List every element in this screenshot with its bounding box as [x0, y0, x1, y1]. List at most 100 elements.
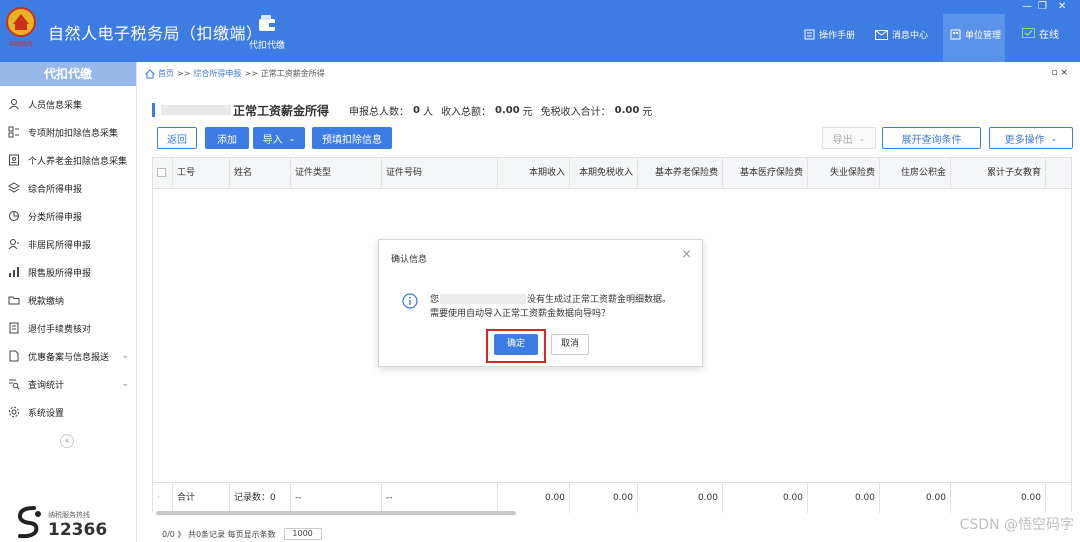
sidebar: 代扣代缴 人员信息采集 专项附加扣除信息采集 个人养老金扣除信息采集 综合所得申… [0, 62, 137, 542]
sidebar-item-person-info[interactable]: 人员信息采集 [0, 90, 137, 118]
footer-cell: 0.00 [808, 483, 880, 513]
page-size-input[interactable]: 1000 [283, 528, 322, 540]
select-all-checkbox[interactable] [153, 158, 173, 189]
dialog-message-line1: 您 没有生成过正常工资薪金明细数据。 [430, 292, 671, 305]
sidebar-item-label: 退付手续费核对 [28, 324, 92, 335]
footer-cell: 0.00 [951, 483, 1046, 513]
pager-text: 0/0 》 共0条记录 每页显示条数 [162, 529, 276, 539]
sidebar-item-label: 税款缴纳 [28, 296, 65, 307]
manual-button[interactable]: 操作手册 [804, 28, 855, 41]
expand-query-button[interactable]: 展开查询条件 [882, 127, 981, 149]
sidebar-item-tax-payment[interactable]: 税款缴纳 [0, 286, 137, 314]
topnav-agent-withholding[interactable]: 代扣代缴 [244, 14, 290, 51]
search-list-icon [9, 379, 20, 390]
horizontal-scrollbar[interactable] [152, 510, 1072, 516]
sidebar-item-preferential[interactable]: 优惠备案与信息报送 ⌄ [0, 342, 137, 370]
unit-mgmt-button[interactable]: 单位管理 [950, 28, 1001, 41]
column-header[interactable]: 工号 [173, 158, 230, 189]
column-header[interactable]: 住房公积金 [880, 158, 951, 189]
sidebar-item-label: 专项附加扣除信息采集 [28, 128, 119, 139]
sidebar-item-nonresident[interactable]: 非居民所得申报 [0, 230, 137, 258]
sidebar-item-classified[interactable]: 分类所得申报 [0, 202, 137, 230]
export-button[interactable]: 导出 ⌄ [822, 127, 876, 149]
breadcrumb: 首页 >> 综合所得申报 >> 正常工资薪金所得 [145, 68, 325, 79]
sidebar-item-settings[interactable]: 系统设置 [0, 398, 137, 426]
dialog-close-icon[interactable]: × [681, 247, 692, 262]
online-status[interactable]: 在线 [1022, 26, 1059, 41]
confirm-cancel-button[interactable]: 取消 [551, 334, 589, 355]
hotline-logo-icon [17, 506, 41, 539]
column-header[interactable]: 证件号码 [382, 158, 498, 189]
import-button[interactable]: 导入 ⌄ [253, 127, 305, 149]
dialog-msg-suffix: 没有生成过正常工资薪金明细数据。 [527, 295, 672, 305]
chevron-down-icon: ⌄ [288, 133, 296, 143]
tax-emblem-icon: 中国税务 [6, 7, 36, 48]
user-icon [8, 239, 19, 250]
dialog-message-line2: 需要使用自动导入正常工资薪金数据向导吗？ [430, 309, 611, 319]
minimize-icon[interactable]: — [1022, 1, 1032, 12]
export-label: 导出 [832, 134, 853, 146]
hotline-box: 纳税服务热线 12366 [12, 502, 132, 542]
building-icon [950, 29, 961, 40]
chevron-down-icon: ⌄ [121, 379, 129, 389]
sidebar-item-comprehensive[interactable]: 综合所得申报 [0, 174, 137, 202]
sidebar-item-label: 限售股所得申报 [28, 268, 92, 279]
breadcrumb-level1[interactable]: 综合所得申报 [193, 68, 241, 79]
sidebar-collapse-button[interactable]: « [60, 434, 74, 448]
info-icon [402, 293, 418, 309]
column-header[interactable]: 基本医疗保险费 [723, 158, 808, 189]
column-header[interactable]: 本期免税收入 [570, 158, 638, 189]
column-header[interactable]: 基本养老保险费 [638, 158, 723, 189]
chevron-down-icon: ⌄ [121, 351, 129, 361]
tab-window-controls[interactable]: ▫ × [1051, 68, 1068, 78]
column-header[interactable]: 本期收入 [498, 158, 570, 189]
sidebar-item-label: 非居民所得申报 [28, 240, 92, 251]
income-label: 收入总额： [440, 106, 491, 118]
redacted-company-name [440, 293, 527, 304]
add-button[interactable]: 添加 [205, 127, 249, 149]
bar-chart-icon [9, 267, 19, 277]
people-unit: 人 [422, 106, 433, 118]
sidebar-item-label: 分类所得申报 [28, 212, 83, 223]
income-value: 0.00 [494, 104, 520, 116]
watermark: CSDN @悟空码字 [959, 517, 1074, 533]
breadcrumb-home[interactable]: 首页 [158, 68, 174, 79]
messages-button[interactable]: 消息中心 [875, 28, 928, 41]
dialog-title: 确认信息 [391, 255, 428, 265]
people-value: 0 [413, 104, 420, 116]
column-header[interactable]: 累计子女教育 [951, 158, 1046, 189]
chevron-down-icon: ⌄ [1050, 133, 1058, 143]
footer-cell: -- [382, 483, 498, 513]
confirm-ok-button[interactable]: 确定 [494, 334, 538, 355]
footer-cell: 0.00 [880, 483, 951, 513]
hotline-number: 12366 [48, 520, 108, 540]
import-label: 导入 [262, 134, 283, 146]
layers-icon [8, 182, 20, 193]
gear-icon [8, 406, 20, 418]
back-button[interactable]: 返回 [157, 127, 197, 149]
top-bar: 中国税务 自然人电子税务局（扣缴端） 代扣代缴 — ❐ ✕ 操作手册 消息中心 … [0, 0, 1080, 62]
prefill-deduction-button[interactable]: 预填扣除信息 [312, 127, 392, 149]
column-header[interactable]: 姓名 [230, 158, 291, 189]
footer-cell: 0.00 [723, 483, 808, 513]
sidebar-item-pension[interactable]: 个人养老金扣除信息采集 [0, 146, 137, 174]
title-accent-bar [152, 103, 155, 117]
scrollbar-thumb[interactable] [156, 511, 516, 515]
topnav-agent-label: 代扣代缴 [248, 41, 285, 51]
footer-cell: 0.00 [570, 483, 638, 513]
wallet-icon [259, 15, 275, 31]
list-grid-icon [8, 126, 19, 138]
close-window-icon[interactable]: ✕ [1058, 1, 1066, 12]
breadcrumb-separator: >> [177, 69, 191, 78]
sidebar-item-refund-fee[interactable]: 退付手续费核对 [0, 314, 137, 342]
column-header[interactable]: 失业保险费 [808, 158, 880, 189]
column-header[interactable]: 证件类型 [291, 158, 382, 189]
sidebar-item-special-deduction[interactable]: 专项附加扣除信息采集 [0, 118, 137, 146]
people-label: 申报总人数： [349, 106, 410, 118]
restore-icon[interactable]: ❐ [1038, 1, 1047, 12]
sidebar-item-restricted-stock[interactable]: 限售股所得申报 [0, 258, 137, 286]
pagination: 0/0 》 共0条记录 每页显示条数 1000 [162, 528, 322, 540]
sidebar-item-query-stats[interactable]: 查询统计 ⌄ [0, 370, 137, 398]
footer-cell: 0.00 [498, 483, 570, 513]
more-actions-button[interactable]: 更多操作 ⌄ [989, 127, 1073, 149]
